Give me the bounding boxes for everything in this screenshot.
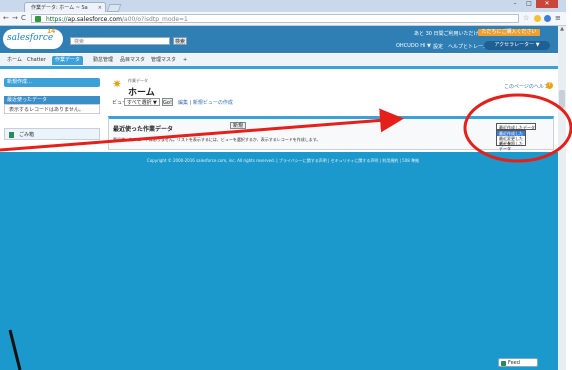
buy-now-button[interactable]: ただちにご購入ください (478, 29, 540, 36)
user-menu[interactable]: OHCUDO HI ▼ (396, 43, 431, 49)
browser-menu-icon[interactable]: ≡ (555, 14, 561, 22)
tab-work-data[interactable]: 作業データ (52, 56, 84, 65)
scroll-up-arrow-icon[interactable]: ▲ (558, 26, 566, 32)
recent-filter-select[interactable]: 最近作成したデータ ▼ (496, 123, 536, 137)
browser-window: 作業データ: ホーム ~ Sa × – □ ✕ ← → C https://ap… (0, 0, 566, 370)
recent-filter-dropdown: 最近作成したデータ 最近変更したデータ 最近参照したデータ (496, 130, 526, 151)
tab-home[interactable]: ホーム (4, 56, 25, 65)
help-icon[interactable]: ? (546, 82, 553, 89)
feed-icon (501, 361, 506, 366)
app-menu-button[interactable]: アクセラレーター ▼ (484, 41, 550, 50)
object-label: 作業データ (128, 78, 148, 83)
create-new-button[interactable]: 新規作成… (4, 78, 100, 87)
search-input[interactable]: 検索 (70, 37, 170, 45)
logo-badge: 14 (47, 28, 56, 35)
new-record-button[interactable]: 新規 (230, 122, 246, 129)
salesforce-logo[interactable]: salesforce 14 (3, 28, 63, 49)
tab-item-master[interactable]: 品目マスタ (117, 56, 148, 65)
minimize-icon[interactable]: – (508, 0, 522, 8)
recent-work-data-panel: 最近使った作業データ 新規 最近使ったレコードはありません。リストを表示するには… (108, 116, 554, 151)
go-button[interactable]: Go! (162, 98, 173, 106)
footer-links[interactable]: Copyright © 2000-2016 salesforce.com, in… (0, 158, 566, 164)
panel-empty-text: 最近使ったレコードはありません。リストを表示するには、ビューを選択するか、表示す… (113, 137, 321, 142)
panel-title: 最近使った作業データ (113, 126, 174, 133)
browser-tab-bar: 作業データ: ホーム ~ Sa × – □ ✕ (0, 0, 566, 12)
app-tabs: ホーム Chatter 作業データ 勤怠管理 品目マスタ 管理マスタ + (0, 54, 566, 69)
browser-tab[interactable]: 作業データ: ホーム ~ Sa × (24, 2, 106, 12)
extension-icon[interactable] (544, 15, 551, 22)
scrollbar-thumb[interactable] (559, 90, 565, 108)
page-title: ホーム (128, 88, 155, 98)
browser-tab-title: 作業データ: ホーム ~ Sa (31, 5, 88, 11)
tab-management-master[interactable]: 管理マスタ (148, 56, 179, 65)
page-help-link[interactable]: このページのヘルプ (504, 83, 549, 90)
address-bar: ← → C https://ap.salesforce.com/a00/o?is… (0, 12, 566, 26)
dropdown-option[interactable]: 最近参照したデータ (497, 141, 525, 151)
tab-attendance[interactable]: 勤怠管理 (90, 56, 116, 65)
salesforce-header: salesforce 14 検索 検索 あと 30 日間ご利用いただけます。 た… (0, 26, 566, 53)
search-button[interactable]: 検索 (173, 37, 187, 45)
tab-add[interactable]: + (180, 56, 190, 65)
setup-link[interactable]: 設定 (433, 43, 443, 50)
lock-icon (35, 16, 41, 22)
url-host: ap.salesforce.com (67, 16, 123, 23)
main-content: ✷ 作業データ ホーム このページのヘルプ ? ビュー: すべて選択 ▼ Go!… (108, 73, 554, 151)
url-path: /a00/o?isdtp_mode=1 (122, 16, 188, 23)
view-select[interactable]: すべて選択 ▼ (124, 98, 160, 106)
feed-button[interactable]: Feed (498, 358, 538, 367)
url-scheme: https:// (46, 16, 68, 23)
recent-items-header: 最近使ったデータ (4, 96, 100, 104)
recycle-bin-link[interactable]: ごみ箱 (4, 128, 100, 140)
maximize-icon[interactable]: □ (522, 0, 536, 8)
trash-icon (9, 132, 14, 138)
right-margin (566, 0, 572, 370)
scrollbar[interactable] (558, 26, 566, 370)
back-arrow-icon[interactable]: ← (3, 14, 9, 23)
reload-icon[interactable]: C (21, 14, 26, 23)
recent-items-empty: 表示するレコードはありません。 (4, 104, 100, 114)
tab-chatter[interactable]: Chatter (24, 56, 49, 65)
feed-label: Feed (508, 360, 520, 366)
new-tab-button[interactable] (106, 4, 122, 12)
close-window-icon[interactable]: ✕ (536, 0, 558, 8)
page-background (0, 152, 566, 370)
url-field[interactable]: https://ap.salesforce.com/a00/o?isdtp_mo… (31, 14, 519, 23)
recycle-bin-label: ごみ箱 (19, 132, 35, 138)
forward-arrow-icon[interactable]: → (12, 14, 18, 23)
sidebar: 新規作成… 最近使ったデータ 表示するレコードはありません。 ごみ箱 (4, 73, 102, 151)
view-edit-links[interactable]: 編集 | 新規ビューの作成 (178, 99, 233, 106)
object-star-icon: ✷ (112, 77, 123, 91)
extension-icon[interactable] (534, 15, 541, 22)
bookmark-star-icon[interactable]: ☆ (523, 14, 529, 22)
